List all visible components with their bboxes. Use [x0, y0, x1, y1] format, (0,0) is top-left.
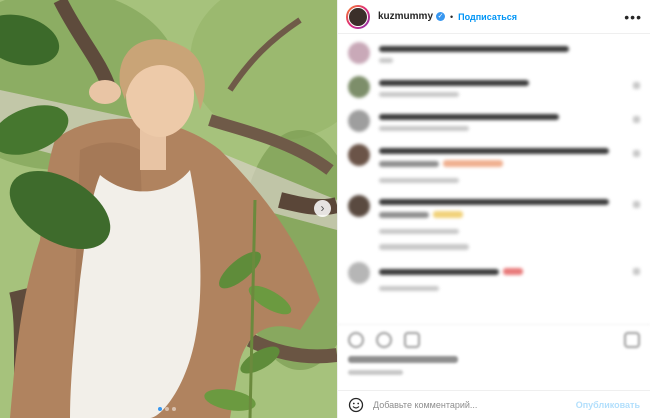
like-comment-icon[interactable] — [633, 116, 640, 123]
bookmark-icon[interactable] — [624, 331, 640, 348]
post-date — [348, 370, 403, 375]
list-item — [348, 262, 640, 291]
verified-badge-icon: ✓ — [436, 12, 446, 21]
comment-input[interactable] — [373, 399, 576, 410]
list-item — [348, 144, 640, 183]
photo-illustration — [0, 0, 337, 418]
emoji-icon[interactable] — [348, 397, 364, 413]
comment-icon[interactable] — [376, 331, 392, 348]
list-item — [348, 42, 640, 64]
next-slide-button[interactable]: › — [314, 200, 331, 217]
post-photo[interactable]: › — [0, 0, 337, 418]
like-comment-icon[interactable] — [633, 82, 640, 89]
comment-avatar[interactable] — [348, 110, 370, 132]
comment-avatar[interactable] — [348, 76, 370, 98]
slide-dot-active — [158, 407, 162, 411]
slide-dot — [172, 407, 176, 411]
username-link[interactable]: kuzmummy — [378, 11, 433, 22]
avatar[interactable] — [346, 4, 370, 29]
more-options-icon[interactable]: ••• — [624, 9, 642, 25]
list-item — [348, 195, 640, 250]
comment-avatar[interactable] — [348, 144, 370, 166]
post-header: kuzmummy ✓ • Подписаться ••• — [338, 0, 650, 34]
comment-avatar[interactable] — [348, 42, 370, 64]
share-icon[interactable] — [404, 331, 420, 348]
list-item — [348, 110, 640, 132]
like-icon[interactable] — [348, 331, 364, 348]
post-actions-bar — [338, 324, 650, 354]
likes-count[interactable] — [348, 356, 458, 363]
comment-avatar[interactable] — [348, 262, 370, 284]
like-comment-icon[interactable] — [633, 150, 640, 157]
slide-dot — [165, 407, 169, 411]
post-sidebar: kuzmummy ✓ • Подписаться ••• Добавьте ко… — [337, 0, 650, 418]
comments-list[interactable] — [338, 34, 650, 324]
comment-avatar[interactable] — [348, 195, 370, 217]
separator-dot: • — [450, 11, 454, 22]
slide-indicator — [158, 407, 176, 411]
like-comment-icon[interactable] — [633, 268, 640, 275]
post-modal: › kuzmummy ✓ • Подписаться ••• Добавьте … — [0, 0, 650, 418]
follow-button[interactable]: Подписаться — [458, 12, 517, 22]
add-comment-bar: Опубликовать — [338, 390, 650, 418]
list-item — [348, 76, 640, 98]
like-comment-icon[interactable] — [633, 201, 640, 208]
publish-button[interactable]: Опубликовать — [576, 400, 640, 410]
